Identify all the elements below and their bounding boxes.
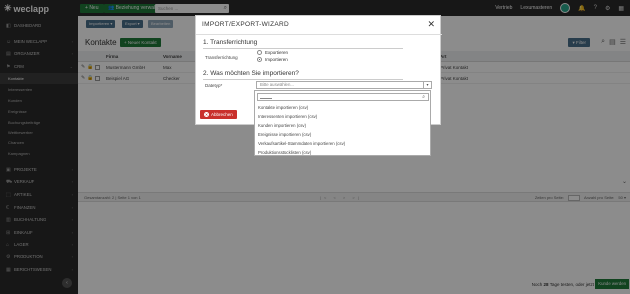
select-placeholder: Bitte auswählen... (260, 82, 294, 87)
datatype-dropdown: ⌕ Kontakte importieren (csv) Interessent… (254, 90, 431, 156)
radio-export[interactable]: Exportieren (257, 50, 288, 55)
chevron-down-icon[interactable]: ▾ (423, 82, 431, 88)
section-import-title: 2. Was möchten Sie importieren? (203, 70, 299, 77)
dropdown-option[interactable]: Produktionsstücklisten (csv) (258, 148, 430, 156)
radio-export-label: Exportieren (265, 50, 289, 55)
dropdown-option[interactable]: Interessenten importieren (csv) (258, 112, 430, 121)
dropdown-option[interactable]: Kunden importieren (csv) (258, 121, 430, 130)
dropdown-search-input[interactable]: ⌕ (257, 93, 429, 101)
cancel-button-label: Abbrechen (211, 112, 233, 117)
radio-import-circle[interactable] (257, 57, 262, 62)
cancel-button[interactable]: ✕ Abbrechen (200, 110, 237, 119)
search-icon: ⌕ (422, 94, 425, 100)
radio-export-circle[interactable] (257, 50, 262, 55)
dropdown-option[interactable]: Ereignisse importieren (csv) (258, 130, 430, 139)
dropdown-option[interactable]: Verkaufsartikel-Stammdaten importieren (… (258, 139, 430, 148)
dialog-divider (196, 34, 442, 35)
datatype-select[interactable]: Bitte auswählen... ▾ (256, 81, 432, 89)
section-divider (203, 48, 403, 49)
cancel-icon: ✕ (204, 112, 209, 117)
dropdown-option[interactable]: Kontakte importieren (csv) (258, 103, 430, 112)
text-cursor (260, 95, 272, 99)
radio-import-label: Importieren (265, 57, 288, 62)
datatype-label: Datetyp* (205, 83, 223, 88)
section-divider (203, 79, 403, 80)
transfer-direction-label: Transferrichtung (205, 55, 238, 60)
section-transfer-title: 1. Transferrichtung (203, 39, 258, 46)
close-icon[interactable]: ✕ (427, 19, 435, 29)
radio-import[interactable]: Importieren (257, 57, 288, 62)
dialog-title: IMPORT/EXPORT-WIZARD (202, 21, 290, 28)
